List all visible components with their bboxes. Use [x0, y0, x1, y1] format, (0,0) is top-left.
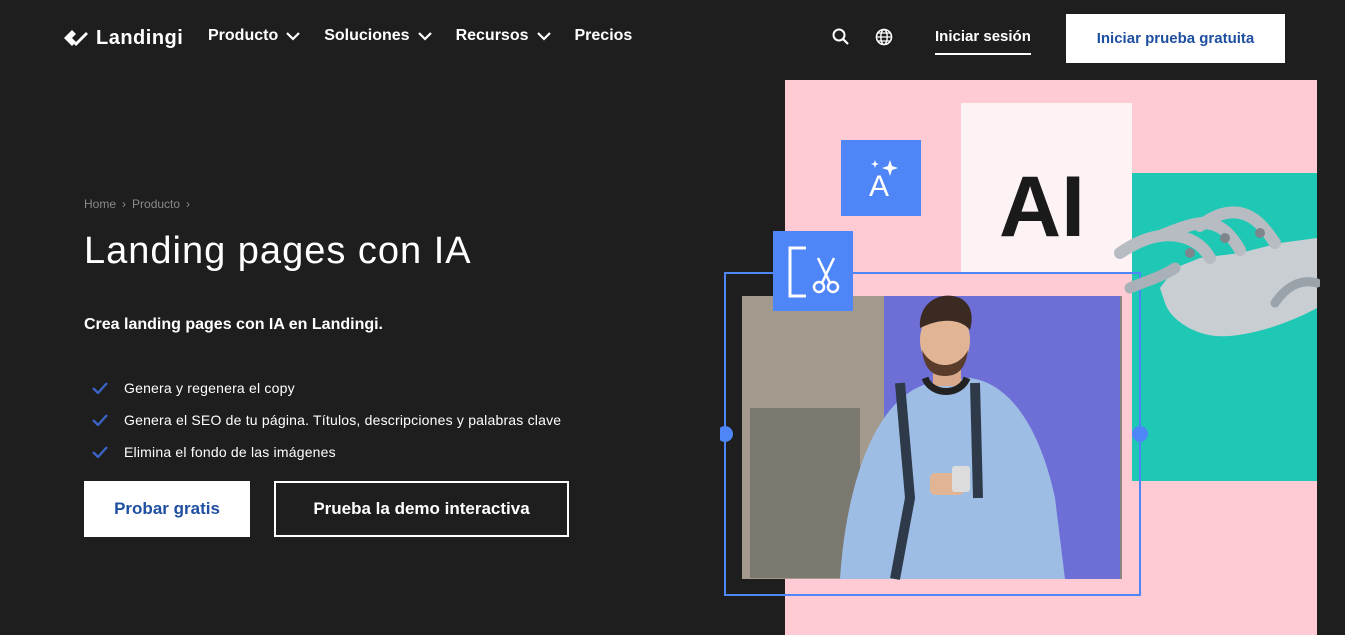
- interactive-demo-button[interactable]: Prueba la demo interactiva: [274, 481, 569, 537]
- menu-item-precios[interactable]: Precios: [575, 27, 633, 45]
- chevron-down-icon: [417, 32, 432, 41]
- frame-handle-right: [1132, 426, 1148, 442]
- list-item: Elimina el fondo de las imágenes: [92, 436, 561, 468]
- menu-item-label: Recursos: [455, 27, 529, 44]
- main-menu: Producto Soluciones Recursos Precios: [208, 27, 632, 45]
- menu-item-producto[interactable]: Producto: [208, 27, 300, 45]
- menu-item-label: Precios: [574, 27, 633, 44]
- start-trial-button[interactable]: Iniciar prueba gratuita: [1066, 14, 1285, 63]
- feature-text: Genera el SEO de tu página. Títulos, des…: [124, 412, 562, 428]
- login-link[interactable]: Iniciar sesión: [935, 28, 1031, 55]
- top-navigation: Landingi Producto Soluciones Recursos Pr…: [0, 0, 1345, 76]
- page-title: Landing pages con IA: [84, 230, 472, 272]
- list-item: Genera y regenera el copy: [92, 372, 561, 404]
- menu-item-recursos[interactable]: Recursos: [456, 27, 551, 45]
- chevron-down-icon: [536, 32, 551, 41]
- chevron-right-icon: ›: [122, 197, 127, 211]
- feature-text: Genera y regenera el copy: [124, 380, 295, 396]
- menu-item-label: Soluciones: [324, 27, 410, 44]
- hero-illustration: AI A: [720, 80, 1320, 635]
- frame-handle-left: [720, 426, 733, 442]
- search-icon[interactable]: [831, 27, 851, 47]
- brand-logo[interactable]: Landingi: [64, 26, 183, 50]
- landingi-logo-icon: [64, 30, 88, 46]
- chevron-right-icon: ›: [186, 197, 191, 211]
- globe-icon[interactable]: [874, 27, 894, 47]
- menu-item-label: Producto: [208, 27, 279, 44]
- remove-bg-badge: [773, 231, 853, 311]
- ai-label: AI: [999, 159, 1085, 255]
- breadcrumb: Home › Producto ›: [84, 197, 190, 211]
- feature-list: Genera y regenera el copy Genera el SEO …: [92, 372, 561, 468]
- menu-item-soluciones[interactable]: Soluciones: [324, 27, 432, 45]
- check-icon: [92, 414, 108, 426]
- check-icon: [92, 446, 108, 458]
- check-icon: [92, 382, 108, 394]
- list-item: Genera el SEO de tu página. Títulos, des…: [92, 404, 561, 436]
- feature-text: Elimina el fondo de las imágenes: [124, 444, 336, 460]
- breadcrumb-home[interactable]: Home: [84, 197, 116, 211]
- try-free-button[interactable]: Probar gratis: [84, 481, 250, 537]
- chevron-down-icon: [286, 32, 300, 41]
- svg-text:A: A: [869, 170, 889, 203]
- hero-subtitle: Crea landing pages con IA en Landingi.: [84, 316, 383, 333]
- breadcrumb-producto[interactable]: Producto: [132, 197, 180, 211]
- brand-name: Landingi: [96, 26, 184, 49]
